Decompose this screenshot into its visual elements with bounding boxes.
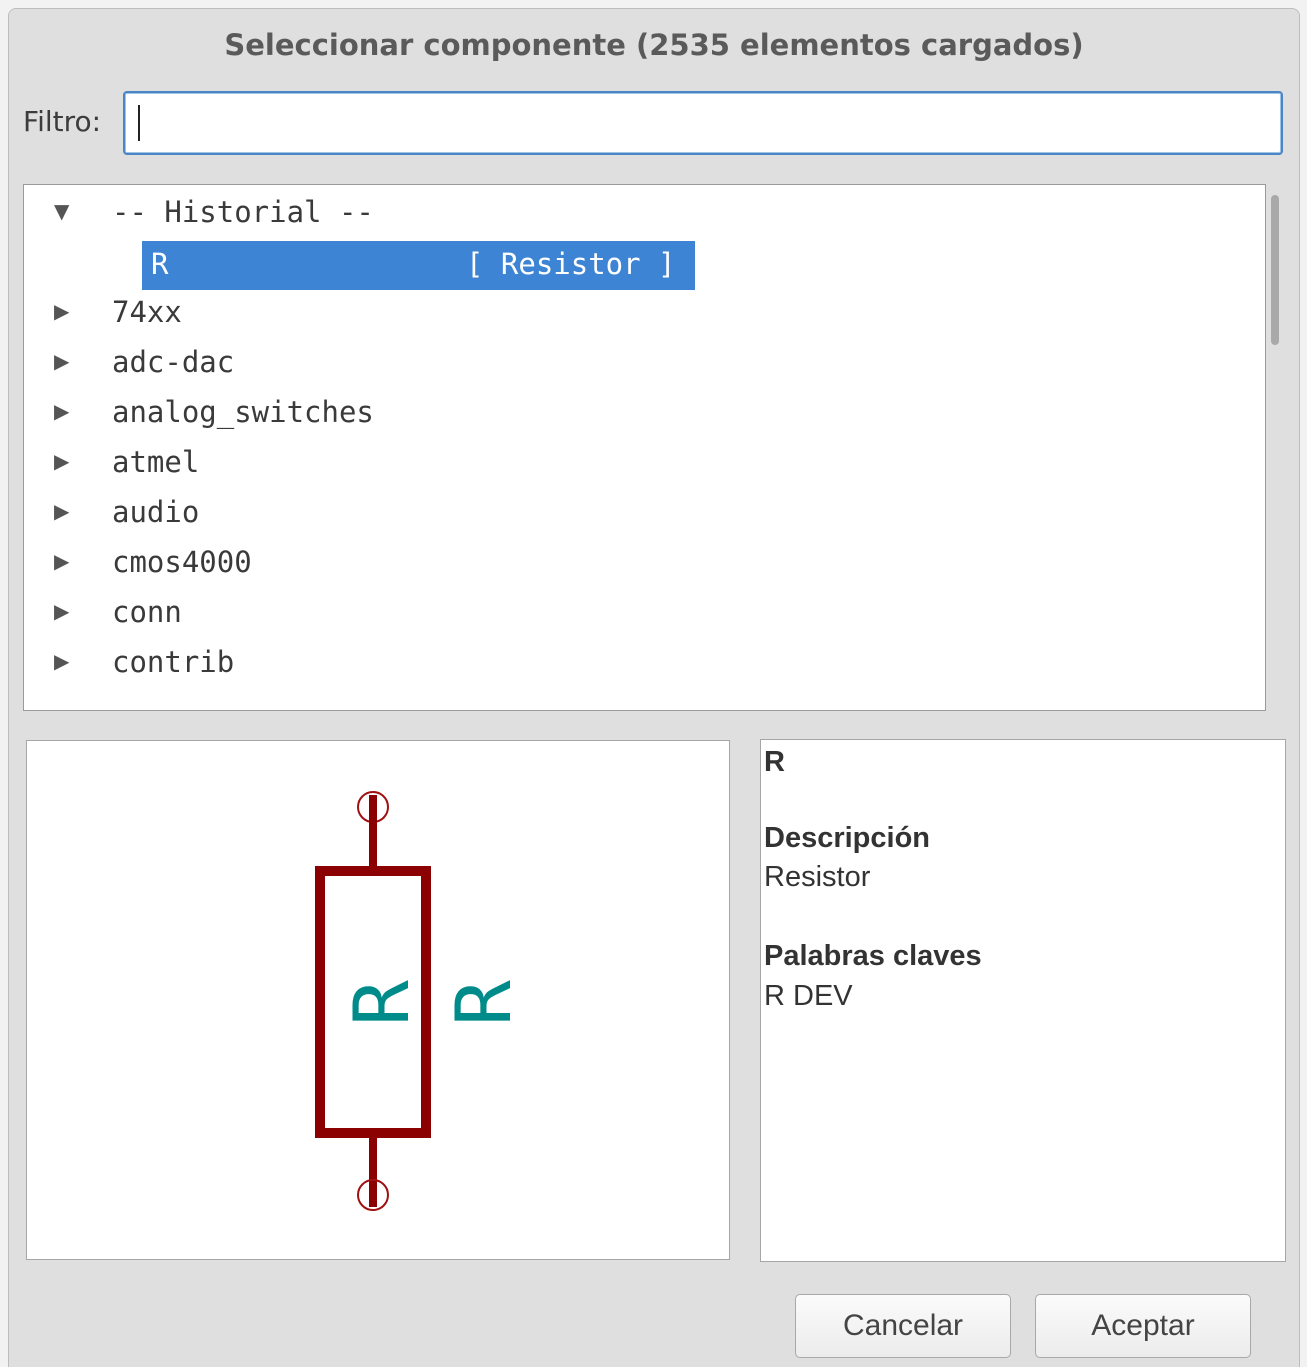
component-tree[interactable]: ▼ -- Historial -- R [ Resistor ] ▶ 74xx … (23, 184, 1266, 711)
component-description: [ Resistor ] (466, 247, 676, 281)
reference-text: R (337, 980, 426, 1026)
expanded-arrow-icon[interactable]: ▼ (54, 199, 69, 223)
resistor-symbol-icon: R R (315, 791, 528, 1211)
library-label: contrib (112, 645, 235, 679)
library-label: atmel (112, 445, 200, 479)
description-value: Resistor (764, 861, 871, 893)
cancel-button[interactable]: Cancelar (795, 1294, 1011, 1358)
description-heading: Descripción (764, 822, 930, 854)
tree-node-library[interactable]: ▶ analog_switches (24, 388, 1265, 438)
keywords-heading: Palabras claves (764, 940, 982, 972)
filter-input[interactable] (123, 91, 1283, 155)
keywords-value: R DEV (764, 980, 853, 1012)
collapsed-arrow-icon[interactable]: ▶ (54, 399, 69, 423)
collapsed-arrow-icon[interactable]: ▶ (54, 349, 69, 373)
accept-button[interactable]: Aceptar (1035, 1294, 1251, 1358)
scrollbar-thumb[interactable] (1271, 195, 1279, 345)
filter-label: Filtro: (23, 105, 102, 138)
component-name: R (151, 247, 169, 281)
dialog-title: Seleccionar componente (2535 elementos c… (224, 28, 1084, 62)
tree-node-label: -- Historial -- (112, 195, 374, 229)
library-label: audio (112, 495, 200, 529)
tree-node-history[interactable]: ▼ -- Historial -- (24, 188, 1265, 238)
library-label: adc-dac (112, 345, 235, 379)
tree-node-library[interactable]: ▶ 74xx (24, 288, 1265, 338)
collapsed-arrow-icon[interactable]: ▶ (54, 299, 69, 323)
library-label: conn (112, 595, 182, 629)
collapsed-arrow-icon[interactable]: ▶ (54, 599, 69, 623)
value-text: R (439, 980, 528, 1026)
component-selector-dialog: Seleccionar componente (2535 elementos c… (8, 8, 1300, 1367)
tree-node-library[interactable]: ▶ atmel (24, 438, 1265, 488)
tree-node-library[interactable]: ▶ conn (24, 588, 1265, 638)
collapsed-arrow-icon[interactable]: ▶ (54, 649, 69, 673)
library-label: 74xx (112, 295, 182, 329)
library-label: analog_switches (112, 395, 374, 429)
info-reference: R (764, 746, 785, 778)
tree-node-library[interactable]: ▶ adc-dac (24, 338, 1265, 388)
collapsed-arrow-icon[interactable]: ▶ (54, 499, 69, 523)
component-info-panel: R Descripción Resistor Palabras claves R… (760, 739, 1286, 1262)
tree-node-library[interactable]: ▶ contrib (24, 638, 1265, 688)
symbol-preview: R R (26, 740, 730, 1260)
collapsed-arrow-icon[interactable]: ▶ (54, 549, 69, 573)
tree-node-library[interactable]: ▶ audio (24, 488, 1265, 538)
tree-scrollbar[interactable] (1268, 189, 1282, 711)
tree-item-selected[interactable]: R [ Resistor ] (142, 241, 695, 290)
collapsed-arrow-icon[interactable]: ▶ (54, 449, 69, 473)
tree-node-library[interactable]: ▶ cmos4000 (24, 538, 1265, 588)
text-caret (138, 105, 140, 141)
library-label: cmos4000 (112, 545, 252, 579)
